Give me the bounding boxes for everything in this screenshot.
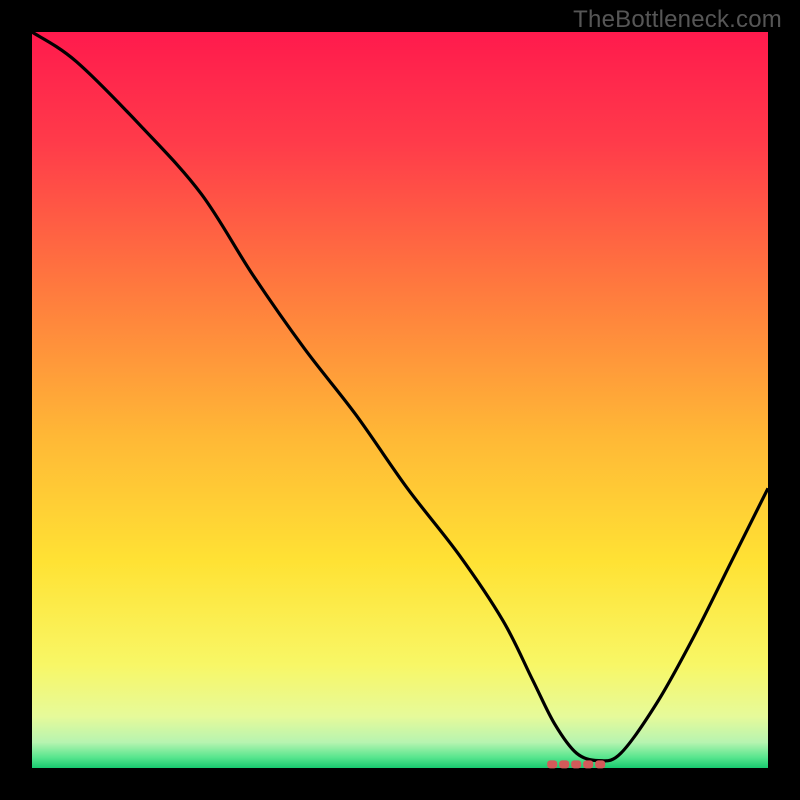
bottleneck-chart <box>0 0 800 800</box>
gradient-background <box>32 32 768 768</box>
accent-marker-segment <box>583 760 593 768</box>
accent-marker <box>547 760 605 768</box>
chart-container: { "watermark": "TheBottleneck.com", "col… <box>0 0 800 800</box>
accent-marker-segment <box>571 760 581 768</box>
watermark-text: TheBottleneck.com <box>573 6 782 34</box>
accent-marker-segment <box>547 760 557 768</box>
plot-area <box>32 32 768 768</box>
accent-marker-segment <box>595 760 605 768</box>
accent-marker-segment <box>559 760 569 768</box>
